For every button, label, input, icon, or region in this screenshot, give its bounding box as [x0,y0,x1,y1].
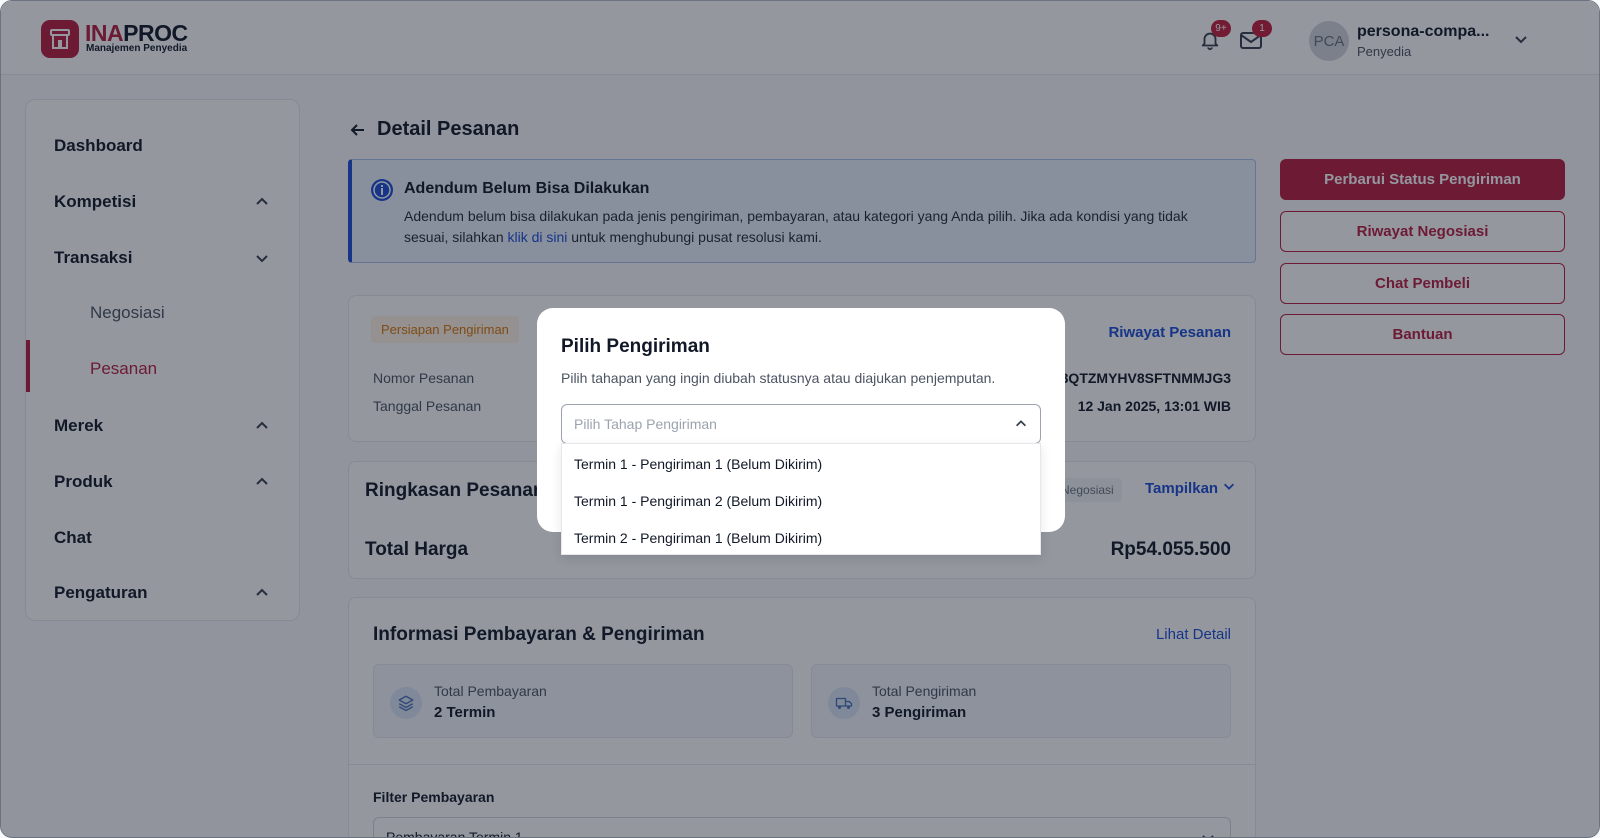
shipping-stage-select[interactable]: Pilih Tahap Pengiriman [561,404,1041,444]
shipping-stage-placeholder: Pilih Tahap Pengiriman [574,416,717,432]
modal-title: Pilih Pengiriman [561,336,710,357]
shipping-option[interactable]: Termin 2 - Pengiriman 1 (Belum Dikirim) [574,530,822,546]
app-window: INAPROC Manajemen Penyedia 9+ 1 PCA pers… [0,0,1600,838]
shipping-option[interactable]: Termin 1 - Pengiriman 2 (Belum Dikirim) [574,493,822,509]
modal-description: Pilih tahapan yang ingin diubah statusny… [561,370,996,386]
chevron-up-icon [1016,420,1026,427]
shipping-stage-dropdown: Termin 1 - Pengiriman 1 (Belum Dikirim) … [561,443,1041,555]
shipping-option[interactable]: Termin 1 - Pengiriman 1 (Belum Dikirim) [574,456,822,472]
